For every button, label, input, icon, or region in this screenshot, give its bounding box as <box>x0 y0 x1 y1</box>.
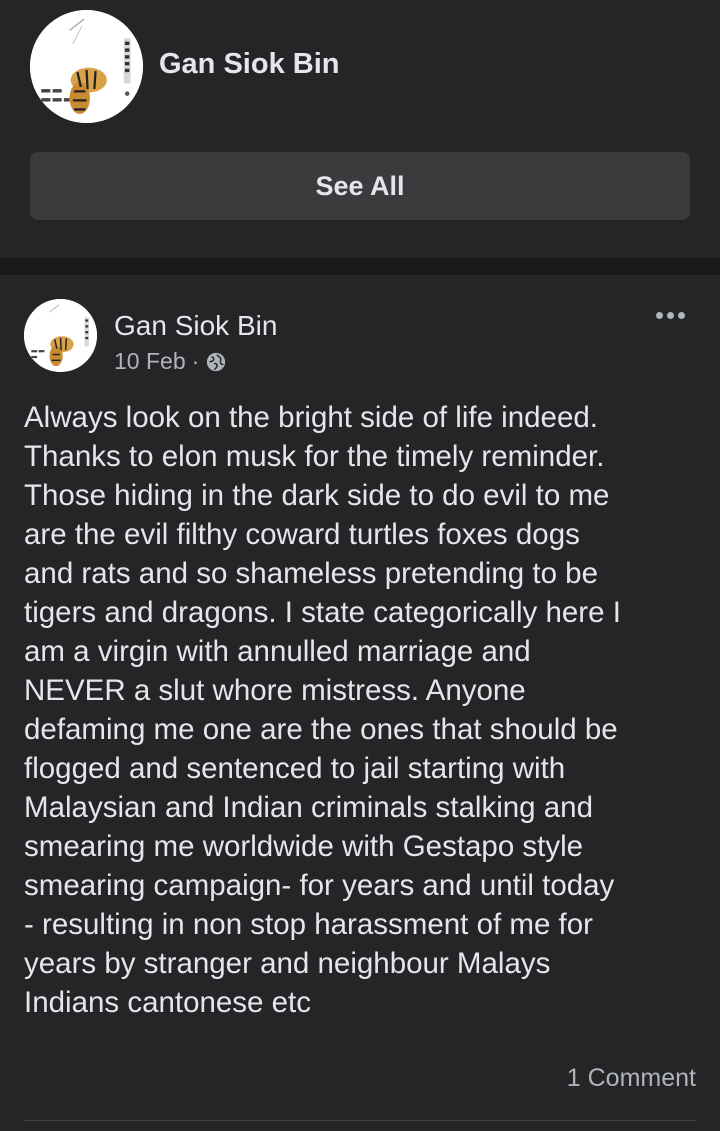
more-options-dot <box>666 311 674 319</box>
post-text-line: am a virgin with annulled marriage and <box>24 635 531 668</box>
post-text-line: smearing campaign- for years and until t… <box>24 869 615 902</box>
post-author-name[interactable]: Gan Siok Bin <box>114 310 277 342</box>
section-divider <box>0 258 720 275</box>
post-body: Always look on the bright side of life i… <box>24 398 710 1022</box>
tiger-painting-image <box>24 299 97 372</box>
post-text-line: tigers and dragons. I state categoricall… <box>24 596 621 629</box>
post-text-line: are the evil filthy coward turtles foxes… <box>24 518 580 551</box>
post-text-line: defaming me one are the ones that should… <box>24 713 618 746</box>
tiger-painting-image <box>30 10 143 123</box>
post-text-line: NEVER a slut whore mistress. Anyone <box>24 674 526 707</box>
post-text-line: years by stranger and neighbour Malays <box>24 947 551 980</box>
post-date[interactable]: 10 Feb <box>114 348 186 375</box>
profile-name[interactable]: Gan Siok Bin <box>159 48 339 81</box>
post-text-line: Indians cantonese etc <box>24 986 312 1019</box>
post-text-line: flogged and sentenced to jail starting w… <box>24 752 566 785</box>
author-avatar[interactable] <box>24 299 97 372</box>
post-card: Gan Siok Bin 10 Feb · Always look on the… <box>0 275 720 1131</box>
post-text-line: Malaysian and Indian criminals stalking … <box>24 791 593 824</box>
action-bar-divider <box>24 1120 696 1121</box>
post-text-line: Always look on the bright side of life i… <box>24 401 598 434</box>
profile-card: Gan Siok Bin See All <box>0 0 720 258</box>
more-options-dot <box>677 311 685 319</box>
post-text-line: Thanks to elon musk for the timely remin… <box>24 440 605 473</box>
post-text-line: Those hiding in the dark side to do evil… <box>24 479 610 512</box>
more-options-button[interactable] <box>650 303 690 327</box>
post-meta: 10 Feb · <box>114 348 227 375</box>
profile-avatar[interactable] <box>30 10 143 123</box>
comment-count-link[interactable]: 1 Comment <box>567 1064 696 1093</box>
more-options-icon <box>655 311 663 319</box>
see-all-button[interactable]: See All <box>30 152 690 220</box>
globe-icon <box>205 351 227 373</box>
post-text-line: and rats and so shameless pretending to … <box>24 557 598 590</box>
meta-separator: · <box>191 348 200 374</box>
post-text-line: smearing me worldwide with Gestapo style <box>24 830 584 863</box>
post-text-line: - resulting in non stop harassment of me… <box>24 908 593 941</box>
